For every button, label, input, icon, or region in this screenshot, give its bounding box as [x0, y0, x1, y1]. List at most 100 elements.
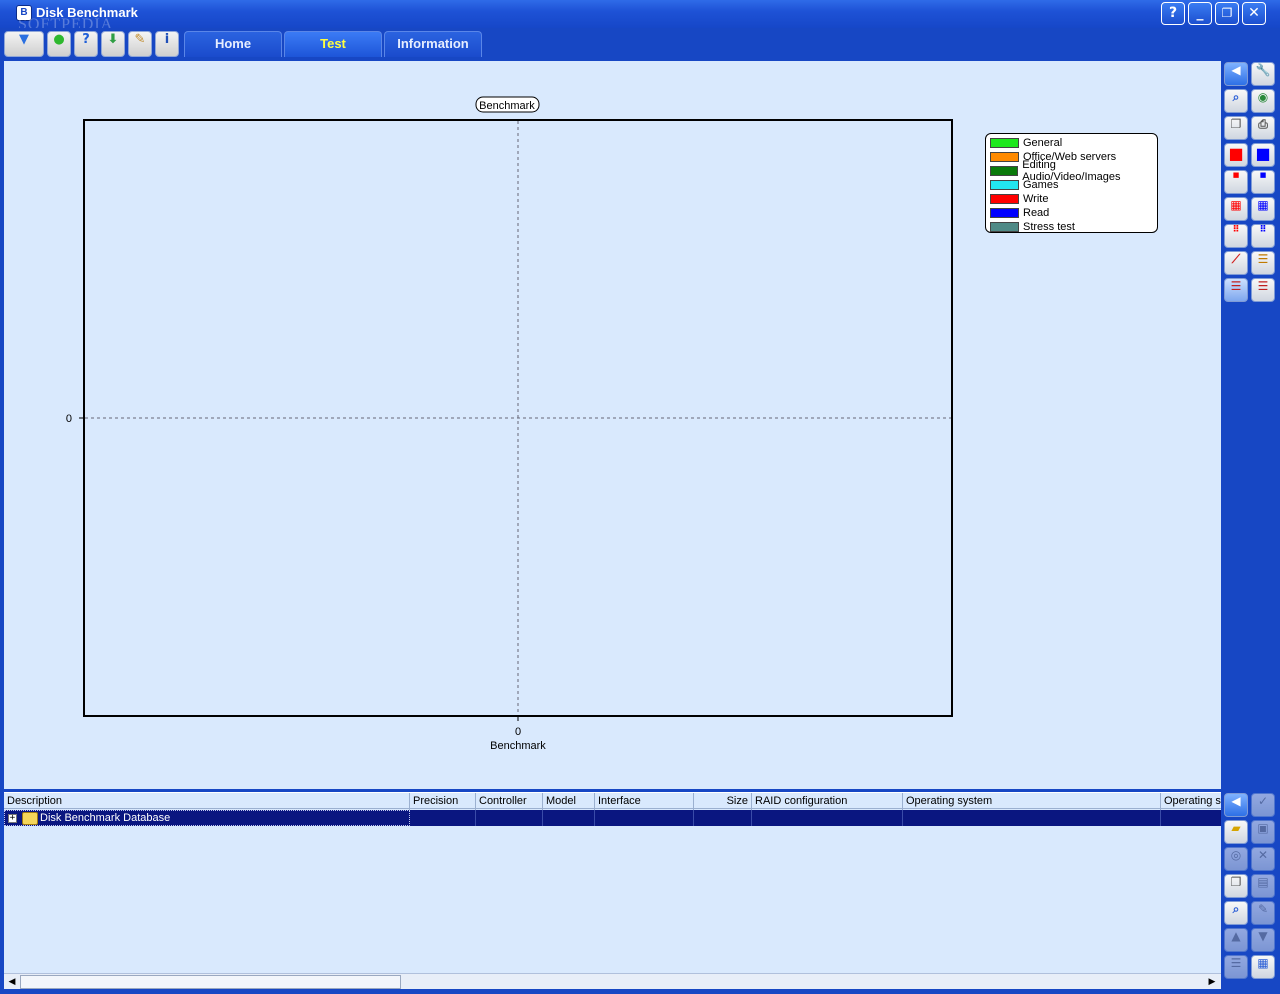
row-os-cell	[903, 810, 1161, 826]
legend-label: Read	[1023, 207, 1050, 219]
row-interface-cell	[595, 810, 694, 826]
refresh-icon[interactable]: ●	[47, 31, 71, 57]
tab-home[interactable]: Home	[184, 31, 282, 57]
red-grid-icon[interactable]: ▦	[1224, 197, 1248, 221]
legend-swatch	[990, 152, 1019, 162]
wrench-icon[interactable]: 🔧	[1251, 62, 1275, 86]
legend-swatch	[990, 180, 1019, 190]
x-tick-label: 0	[515, 726, 521, 738]
row-description-cell[interactable]: + Disk Benchmark Database	[4, 810, 410, 826]
title-bar: B Disk Benchmark SOFTPEDIA ? _ ❐ ✕	[0, 0, 1280, 33]
col-controller[interactable]: Controller	[476, 793, 543, 810]
filter-icon[interactable]: ▼	[4, 31, 44, 57]
y-tick-label: 0	[66, 413, 72, 425]
move-up-icon[interactable]: ▲	[1224, 928, 1248, 952]
row-precision-cell	[410, 810, 476, 826]
back-icon[interactable]: ◀	[1224, 793, 1248, 817]
blue-grid-icon[interactable]: ▦	[1251, 197, 1275, 221]
legend-label: Stress test	[1023, 221, 1075, 233]
tab-information[interactable]: Information	[384, 31, 482, 57]
legend-item: Write	[990, 192, 1153, 206]
legend-swatch	[990, 138, 1019, 148]
small-blue-square-icon[interactable]: ■	[1251, 170, 1275, 194]
download-icon[interactable]: ⬇	[101, 31, 125, 57]
bar-chart-icon[interactable]: ☰	[1251, 251, 1275, 275]
search-icon[interactable]: ⌕	[1224, 901, 1248, 925]
scroll-left-icon[interactable]: ◀	[5, 975, 19, 989]
move-down-icon[interactable]: ▼	[1251, 928, 1275, 952]
paste-icon[interactable]: ▤	[1251, 874, 1275, 898]
col-description[interactable]: Description	[4, 793, 410, 810]
delete-icon[interactable]: ✕	[1251, 847, 1275, 871]
restore-button[interactable]: ❐	[1215, 2, 1239, 25]
chart-title: Benchmark	[479, 100, 535, 112]
tab-test[interactable]: Test	[284, 31, 382, 57]
red-dots-icon[interactable]: ⠿	[1224, 224, 1248, 248]
back-icon[interactable]: ◀	[1224, 62, 1248, 86]
toolbar: ▼ ● ? ⬇ ✎ i Home Test Information	[0, 28, 1280, 60]
row-size-cell	[694, 810, 752, 826]
col-interface[interactable]: Interface	[595, 793, 694, 810]
col-model[interactable]: Model	[543, 793, 595, 810]
chart-side-toolbar: ◀ 🔧 ⌕ ◉ ❐ ⎙ ■ ■ ■ ■ ▦ ▦ ⠿ ⠿ ⟋ ☰ ☰ ☰	[1221, 61, 1280, 789]
row-model-cell	[543, 810, 595, 826]
row-description: Disk Benchmark Database	[40, 812, 171, 824]
scroll-right-icon[interactable]: ▶	[1205, 975, 1219, 989]
legend-label: General	[1023, 137, 1063, 149]
grid-view-icon[interactable]: ▦	[1251, 955, 1275, 979]
blue-square-icon[interactable]: ■	[1251, 143, 1275, 167]
row-controller-cell	[476, 810, 543, 826]
blue-dots-icon[interactable]: ⠿	[1251, 224, 1275, 248]
small-red-square-icon[interactable]: ■	[1224, 170, 1248, 194]
col-size[interactable]: Size	[694, 793, 752, 810]
row-os2-cell	[1161, 810, 1221, 826]
open-folder-icon[interactable]: ▰	[1224, 820, 1248, 844]
copy-icon[interactable]: ❐	[1224, 116, 1248, 140]
help-button[interactable]: ?	[1161, 2, 1185, 25]
bars-horizontal-icon[interactable]: ☰	[1224, 278, 1248, 302]
print-icon[interactable]: ⎙	[1251, 116, 1275, 140]
expand-icon[interactable]: +	[8, 814, 17, 823]
save-icon[interactable]: ▣	[1251, 820, 1275, 844]
col-operating-system[interactable]: Operating system	[903, 793, 1161, 810]
legend-swatch	[990, 222, 1019, 232]
close-button[interactable]: ✕	[1242, 2, 1266, 25]
scrollbar-thumb[interactable]	[20, 975, 401, 989]
copy-icon[interactable]: ❐	[1224, 874, 1248, 898]
bars-stacked-icon[interactable]: ☰	[1251, 278, 1275, 302]
globe-icon[interactable]: ◉	[1251, 89, 1275, 113]
red-square-icon[interactable]: ■	[1224, 143, 1248, 167]
legend-swatch	[990, 166, 1019, 176]
folder-icon	[22, 812, 38, 825]
minimize-button[interactable]: _	[1188, 2, 1212, 25]
col-raid-configuration[interactable]: RAID configuration	[752, 793, 903, 810]
info-icon[interactable]: i	[155, 31, 179, 57]
legend-label: Games	[1023, 179, 1059, 191]
row-raid-cell	[752, 810, 903, 826]
list-view-icon[interactable]: ☰	[1224, 955, 1248, 979]
legend-item: Stress test	[990, 220, 1153, 234]
chart-panel: Benchmark 0 0 Benchmark General Office/We…	[4, 61, 1221, 789]
legend-swatch	[990, 194, 1019, 204]
edit-icon[interactable]: ✎	[1251, 901, 1275, 925]
results-table: Description Precision Controller Model I…	[4, 792, 1221, 989]
x-axis-label: Benchmark	[490, 740, 546, 752]
line-chart-icon[interactable]: ⟋	[1224, 251, 1248, 275]
search-db-icon[interactable]: ⌕	[1224, 89, 1248, 113]
tools-icon[interactable]: ✎	[128, 31, 152, 57]
table-row[interactable]: + Disk Benchmark Database	[4, 810, 1221, 826]
legend-item: General	[990, 136, 1153, 150]
table-side-toolbar: ◀ ✓ ▰ ▣ ◎ ✕ ❐ ▤ ⌕ ✎ ▲ ▼ ☰ ▦	[1221, 792, 1280, 989]
disk-icon[interactable]: ◎	[1224, 847, 1248, 871]
col-operating-system-2[interactable]: Operating sy	[1161, 793, 1221, 810]
help-icon[interactable]: ?	[74, 31, 98, 57]
table-header: Description Precision Controller Model I…	[4, 792, 1221, 810]
legend-label: Write	[1023, 193, 1049, 205]
col-precision[interactable]: Precision	[410, 793, 476, 810]
legend-swatch	[990, 208, 1019, 218]
legend-item: Read	[990, 206, 1153, 220]
chart-legend: General Office/Web servers Editing Audio/V…	[985, 133, 1158, 233]
legend-item: Editing Audio/Video/Images	[990, 159, 1153, 183]
horizontal-scrollbar[interactable]: ◀ ▶	[4, 973, 1221, 989]
checkmark-icon[interactable]: ✓	[1251, 793, 1275, 817]
